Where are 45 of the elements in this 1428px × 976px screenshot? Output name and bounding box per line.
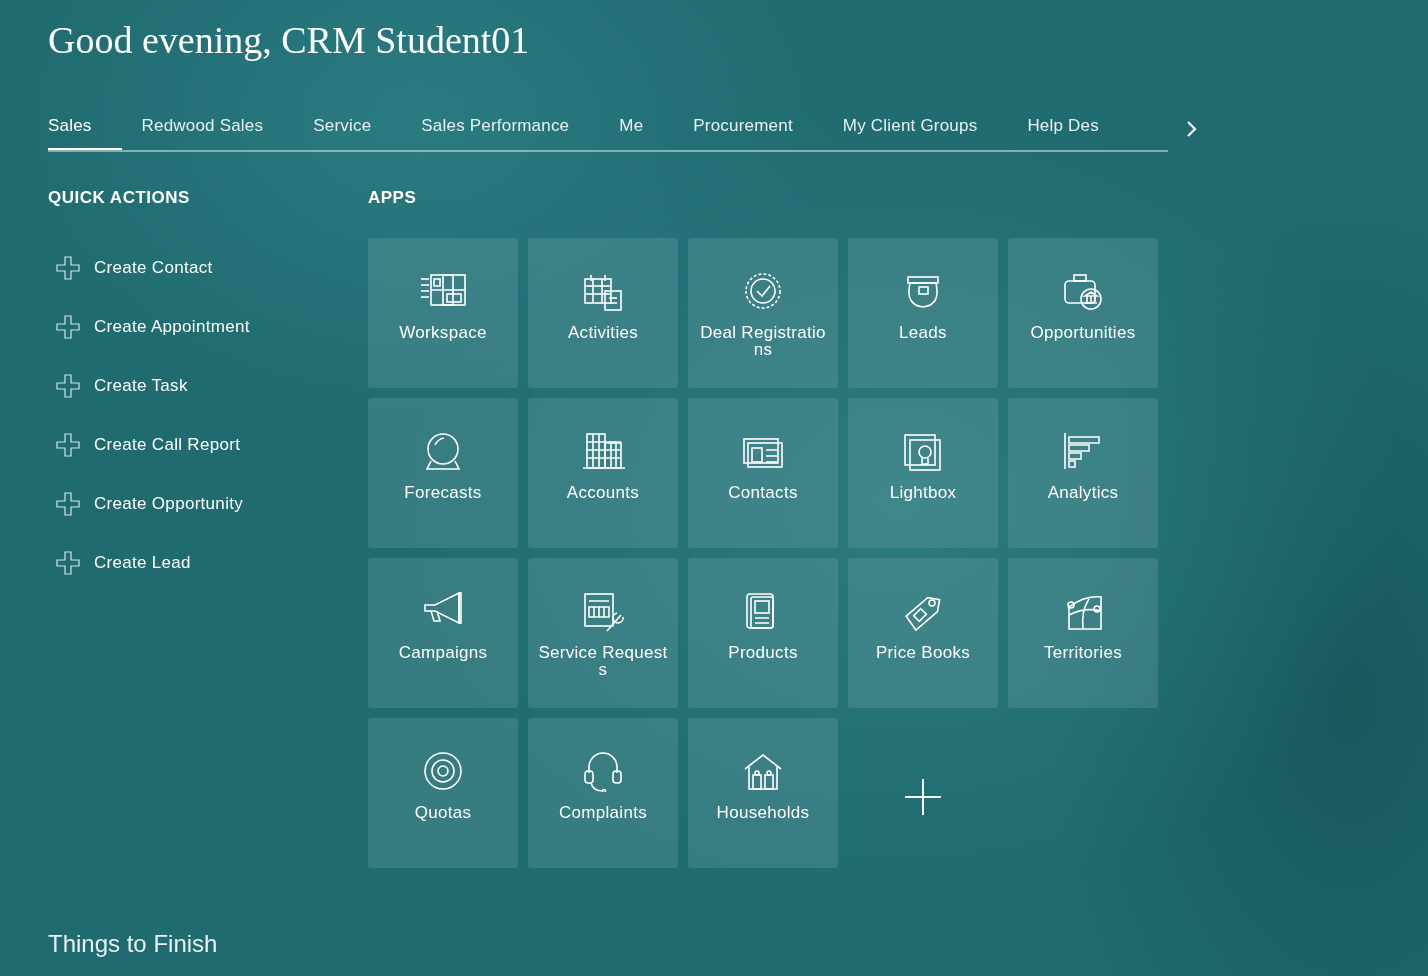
app-tile[interactable]: Activities [528,238,678,388]
nav-tab[interactable]: Redwood Sales [141,116,264,150]
nav-tab[interactable]: Procurement [693,116,793,150]
app-tile[interactable]: Accounts [528,398,678,548]
greeting-title: Good evening, CRM Student01 [48,18,530,63]
app-tile[interactable]: Households [688,718,838,868]
app-tile[interactable]: Territories [1008,558,1158,708]
quick-action-link[interactable]: Create Call Report [48,415,241,474]
plus-icon [56,314,80,339]
nav-tab[interactable]: My Client Groups [842,116,978,150]
plus-icon [56,373,80,398]
nav-tab[interactable]: Service [313,116,372,150]
app-tile[interactable]: Complaints [528,718,678,868]
quick-action-link[interactable]: Create Opportunity [48,474,244,533]
app-tile[interactable]: Price Books [848,558,998,708]
app-tile[interactable]: Quotas [368,718,518,868]
app-tile[interactable]: Forecasts [368,398,518,548]
plus-icon [56,432,80,457]
add-icon[interactable] [905,779,941,815]
quick-action-link[interactable]: Create Appointment [48,297,250,356]
app-tile[interactable]: Contacts [688,398,838,548]
plus-icon [56,550,80,575]
app-icon [580,430,626,472]
app-tile[interactable]: Deal Registrations [688,238,838,388]
quick-action-link[interactable]: Create Lead [48,533,191,592]
app-tile[interactable]: Campaigns [368,558,518,708]
section-title: Things to Finish [48,930,218,958]
plus-icon [56,491,80,516]
section-heading: QUICK ACTIONS [48,188,190,208]
quick-action-link[interactable]: Create Contact [48,238,213,297]
app-tile[interactable]: Analytics [1008,398,1158,548]
app-tile[interactable]: Opportunities [1008,238,1158,388]
chevron-right-icon[interactable] [1186,120,1198,138]
app-tile[interactable]: Products [688,558,838,708]
quick-action-link[interactable]: Create Task [48,356,188,415]
section-heading: APPS [368,188,417,208]
app-tile[interactable]: Lightbox [848,398,998,548]
app-tile[interactable]: Workspace [368,238,518,388]
nav-tab[interactable]: Help Des [1027,116,1099,150]
app-tile[interactable]: Service Requests [528,558,678,708]
nav-tab[interactable]: Sales [48,116,122,150]
nav-tab[interactable]: Me [619,116,644,150]
plus-icon [56,255,80,280]
app-tile[interactable]: Leads [848,238,998,388]
nav-tab[interactable]: Sales Performance [421,116,570,150]
